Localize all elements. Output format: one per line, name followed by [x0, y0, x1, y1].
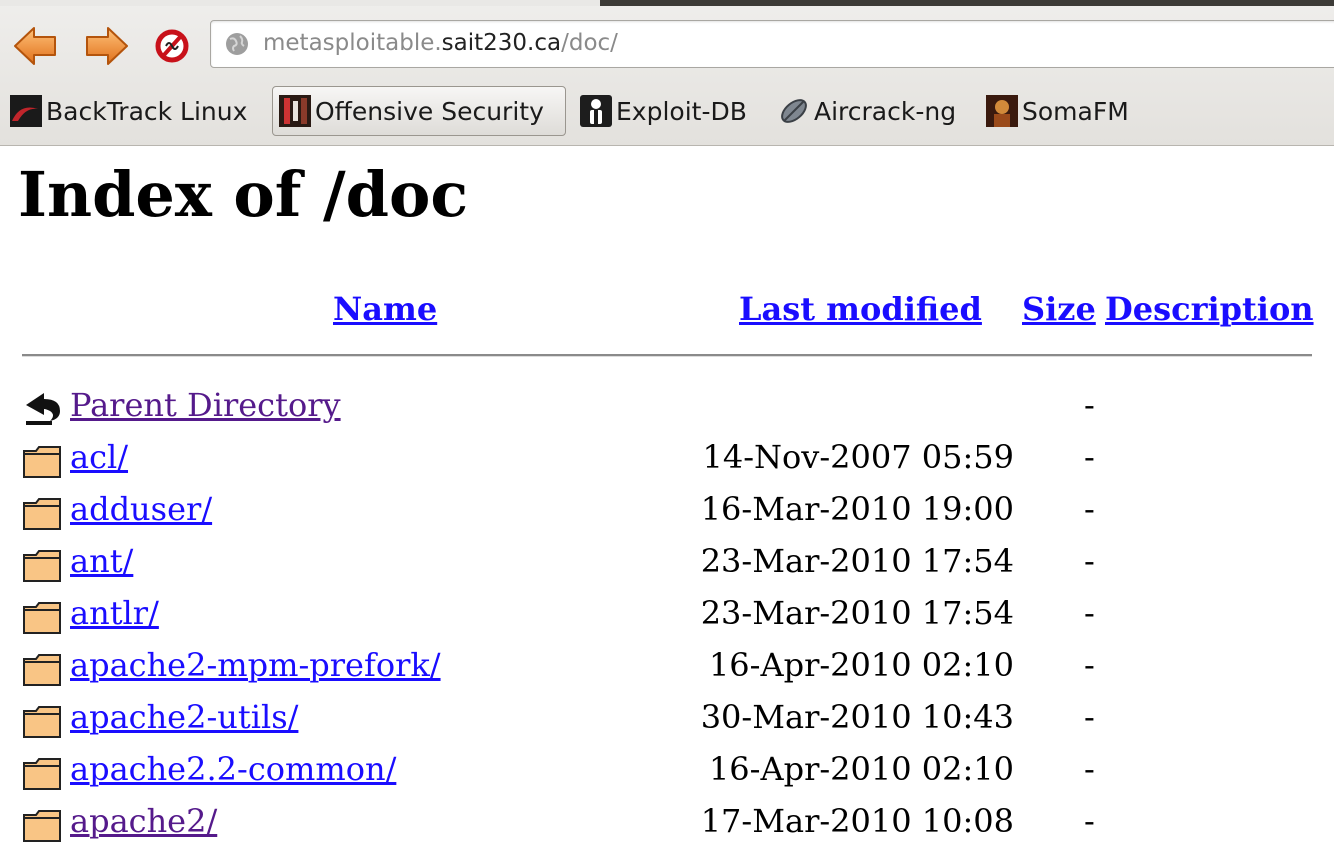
directory-link[interactable]: apache2-mpm-prefork/	[70, 646, 441, 684]
column-header-size[interactable]: Size	[1022, 290, 1096, 328]
bookmark-label: SomaFM	[1022, 96, 1129, 126]
row-size: -	[1084, 646, 1095, 684]
folder-icon	[23, 706, 61, 738]
row-last-modified: 30-Mar-2010 10:43	[700, 698, 1014, 736]
bookmark-label: Offensive Security	[315, 96, 544, 126]
tab-strip	[0, 0, 1334, 6]
url-prefix: metasploitable.	[263, 30, 442, 56]
header-divider	[22, 354, 1312, 357]
bookmarks-toolbar: BackTrack Linux Offensive Security Explo…	[0, 86, 1334, 138]
folder-icon	[23, 810, 61, 842]
parent-directory-link[interactable]: Parent Directory	[70, 386, 341, 424]
directory-link[interactable]: apache2.2-common/	[70, 750, 396, 788]
folder-icon	[23, 550, 61, 582]
stop-button[interactable]	[152, 24, 192, 68]
row-size: -	[1084, 386, 1095, 424]
forward-arrow-icon	[86, 27, 128, 65]
folder-icon	[23, 758, 61, 790]
bookmark-label: Aircrack-ng	[814, 96, 957, 126]
backtrack-favicon-icon	[10, 95, 42, 127]
table-row: apache2/ 17-Mar-2010 10:08 -	[0, 800, 1334, 850]
bookmark-offensive-security[interactable]: Offensive Security	[272, 86, 566, 136]
back-arrow-icon	[26, 393, 60, 425]
url-path: /doc/	[561, 30, 618, 56]
table-row: apache2-mpm-prefork/ 16-Apr-2010 02:10 -	[0, 644, 1334, 694]
row-size: -	[1084, 698, 1095, 736]
row-size: -	[1084, 438, 1095, 476]
directory-link[interactable]: adduser/	[70, 490, 212, 528]
directory-link[interactable]: apache2-utils/	[70, 698, 298, 736]
row-last-modified: 17-Mar-2010 10:08	[700, 802, 1014, 840]
row-last-modified: 16-Apr-2010 02:10	[708, 646, 1014, 684]
directory-link[interactable]: antlr/	[70, 594, 159, 632]
back-button[interactable]	[12, 24, 58, 68]
table-row: ant/ 23-Mar-2010 17:54 -	[0, 540, 1334, 590]
bookmark-backtrack-linux[interactable]: BackTrack Linux	[10, 86, 247, 136]
table-row: adduser/ 16-Mar-2010 19:00 -	[0, 488, 1334, 538]
page-title: Index of /doc	[18, 158, 469, 231]
table-row: antlr/ 23-Mar-2010 17:54 -	[0, 592, 1334, 642]
url-text: metasploitable.sait230.ca/doc/	[263, 30, 618, 56]
bookmark-label: Exploit-DB	[616, 96, 747, 126]
table-row: apache2.2-common/ 16-Apr-2010 02:10 -	[0, 748, 1334, 798]
bookmark-exploit-db[interactable]: Exploit-DB	[580, 86, 747, 136]
directory-link[interactable]: apache2/	[70, 802, 217, 840]
table-row: apache2-utils/ 30-Mar-2010 10:43 -	[0, 696, 1334, 746]
bookmark-label: BackTrack Linux	[46, 96, 248, 126]
somafm-favicon-icon	[986, 95, 1018, 127]
column-header-name[interactable]: Name	[333, 290, 437, 328]
offensive-security-favicon-icon	[279, 95, 311, 127]
exploit-db-favicon-icon	[580, 95, 612, 127]
folder-icon	[23, 446, 61, 478]
directory-link[interactable]: ant/	[70, 542, 133, 580]
folder-icon	[23, 654, 61, 686]
row-size: -	[1084, 542, 1095, 580]
row-last-modified: 16-Mar-2010 19:00	[700, 490, 1014, 528]
folder-icon	[23, 498, 61, 530]
row-last-modified: 23-Mar-2010 17:54	[700, 542, 1014, 580]
row-last-modified: 14-Nov-2007 05:59	[702, 438, 1014, 476]
table-row-parent: Parent Directory -	[0, 384, 1334, 434]
back-arrow-icon	[14, 27, 56, 65]
forward-button[interactable]	[84, 24, 130, 68]
directory-link[interactable]: acl/	[70, 438, 128, 476]
aircrack-favicon-icon	[781, 99, 807, 123]
table-row: acl/ 14-Nov-2007 05:59 -	[0, 436, 1334, 486]
row-size: -	[1084, 750, 1095, 788]
column-header-last-modified[interactable]: Last modified	[739, 290, 982, 328]
row-last-modified: 23-Mar-2010 17:54	[700, 594, 1014, 632]
page-content: Index of /doc Name Last modified Size De…	[0, 146, 1334, 856]
row-last-modified: 16-Apr-2010 02:10	[708, 750, 1014, 788]
column-header-description[interactable]: Description	[1105, 290, 1314, 328]
bookmark-somafm[interactable]: SomaFM	[986, 86, 1129, 136]
bookmark-aircrack-ng[interactable]: Aircrack-ng	[778, 86, 956, 136]
row-size: -	[1084, 594, 1095, 632]
browser-toolbar: metasploitable.sait230.ca/doc/ BackTrack…	[0, 0, 1334, 146]
url-host: sait230.ca	[441, 30, 562, 56]
folder-icon	[23, 602, 61, 634]
stop-icon	[155, 29, 189, 63]
row-size: -	[1084, 802, 1095, 840]
active-tab[interactable]	[0, 0, 600, 6]
address-bar[interactable]: metasploitable.sait230.ca/doc/	[210, 20, 1334, 68]
globe-icon	[226, 33, 248, 55]
row-size: -	[1084, 490, 1095, 528]
